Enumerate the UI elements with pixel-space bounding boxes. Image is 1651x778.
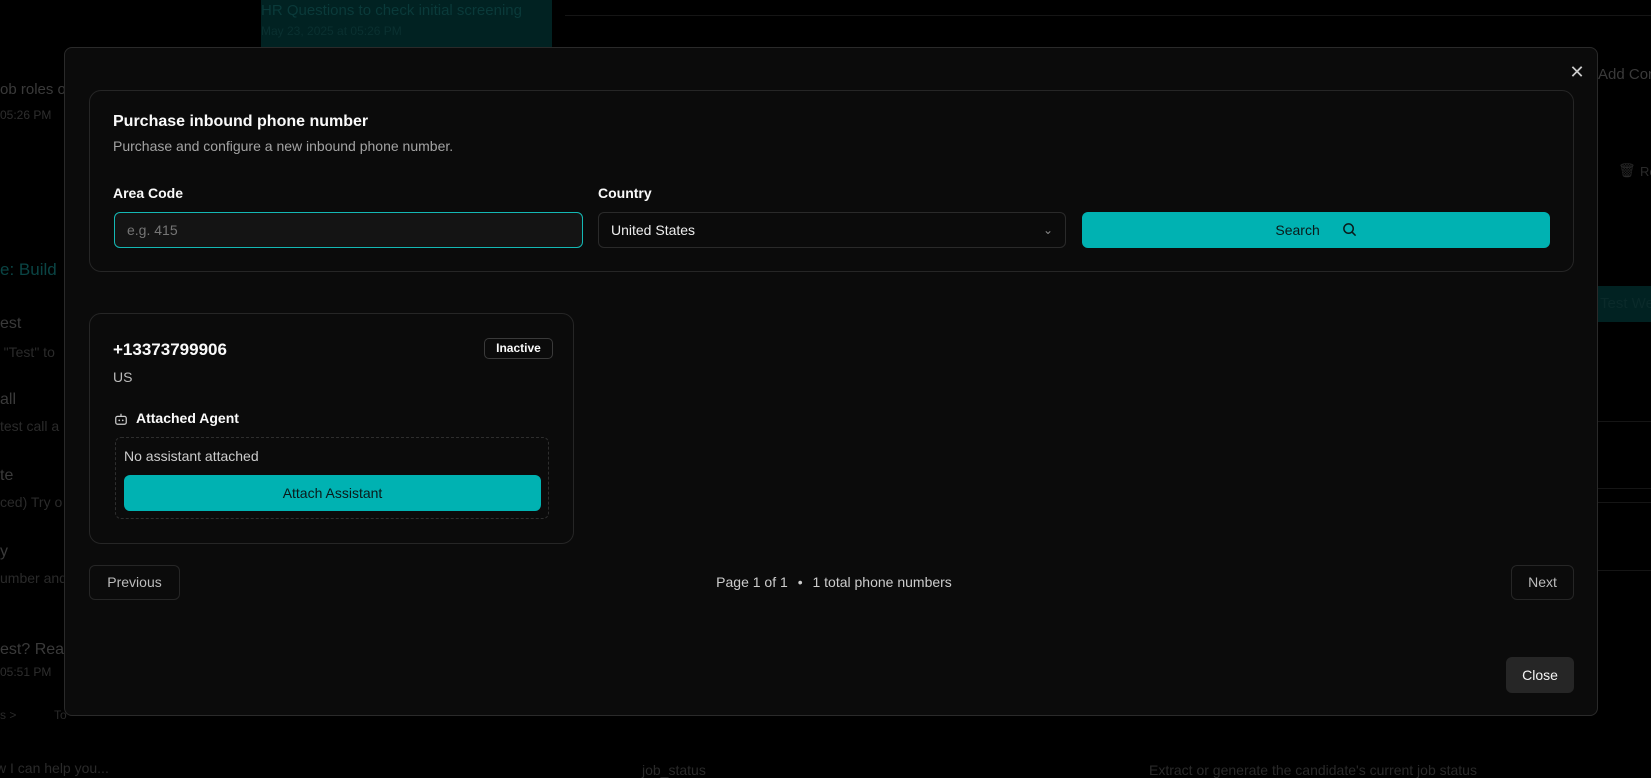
divider: [1598, 488, 1651, 489]
search-label: Search: [1275, 222, 1320, 238]
country-label: Country: [598, 185, 652, 201]
bg-text: est: [0, 315, 22, 332]
close-button[interactable]: Close: [1506, 657, 1574, 693]
search-icon: [1342, 223, 1356, 237]
no-assistant-text: No assistant attached: [124, 448, 259, 464]
bg-text: w I can help you...: [0, 760, 109, 776]
phone-number-card: +13373799906 Inactive US Attached Agent …: [89, 313, 574, 544]
attached-agent-label: Attached Agent: [136, 410, 239, 426]
phone-number: +13373799906: [113, 340, 227, 359]
test-fragment-text: Test We: [1600, 295, 1651, 312]
remove-fragment: Re: [1640, 164, 1651, 179]
divider: [565, 15, 1651, 16]
bg-text: s >: [0, 708, 17, 722]
phone-numbers-modal: ✕ Purchase inbound phone number Purchase…: [64, 47, 1598, 716]
next-button[interactable]: Next: [1511, 565, 1574, 600]
x-icon[interactable]: ✕: [1567, 62, 1587, 82]
bg-text: test call a: [0, 418, 60, 434]
attach-assistant-button[interactable]: Attach Assistant: [124, 475, 541, 511]
country-value: United States: [611, 222, 696, 238]
bg-text: e: Build: [0, 260, 57, 279]
bg-text: ob roles o: [0, 81, 66, 98]
status-badge: Inactive: [484, 338, 553, 359]
chevron-down-icon: ⌄: [1042, 223, 1053, 237]
divider: [1598, 570, 1651, 571]
bg-variable-name: job_status: [642, 762, 706, 778]
country-select[interactable]: United States ⌄: [598, 212, 1066, 248]
purchase-card: Purchase inbound phone number Purchase a…: [89, 90, 1574, 272]
divider: [1598, 502, 1651, 503]
bg-text: est? Rea: [0, 641, 65, 658]
trash-icon: 🗑: [1618, 162, 1636, 178]
chat-bubble-title: HR Questions to check initial screening: [261, 2, 522, 19]
bg-text: 05:51 PM: [0, 665, 52, 679]
bg-text: ced) Try o: [0, 494, 63, 510]
divider: [1598, 421, 1651, 422]
bg-text: te: [0, 467, 14, 484]
add-button-fragment: Add Con: [1598, 66, 1651, 83]
total-count: 1 total phone numbers: [812, 574, 952, 590]
bg-text: all: [0, 391, 17, 408]
bg-text: e "Test" to: [0, 344, 55, 360]
bg-variable-desc: Extract or generate the candidate's curr…: [1149, 762, 1477, 778]
area-code-input[interactable]: [114, 212, 583, 248]
area-code-label: Area Code: [113, 185, 184, 201]
attached-agent-box: No assistant attached Attach Assistant: [115, 437, 549, 519]
purchase-subtitle: Purchase and configure a new inbound pho…: [113, 138, 454, 154]
search-button[interactable]: Search: [1082, 212, 1550, 248]
phone-country: US: [113, 369, 133, 385]
bg-text: umber and: [0, 570, 67, 586]
separator: •: [797, 574, 803, 590]
pagination-info: Page 1 of 1 • 1 total phone numbers: [65, 574, 1599, 590]
bot-icon: [115, 413, 127, 425]
page-info: Page 1 of 1: [716, 574, 788, 590]
chat-bubble-time: May 23, 2025 at 05:26 PM: [261, 24, 402, 38]
bg-text: 05:26 PM: [0, 108, 52, 122]
bg-text: y: [0, 543, 8, 560]
purchase-title: Purchase inbound phone number: [113, 113, 369, 130]
